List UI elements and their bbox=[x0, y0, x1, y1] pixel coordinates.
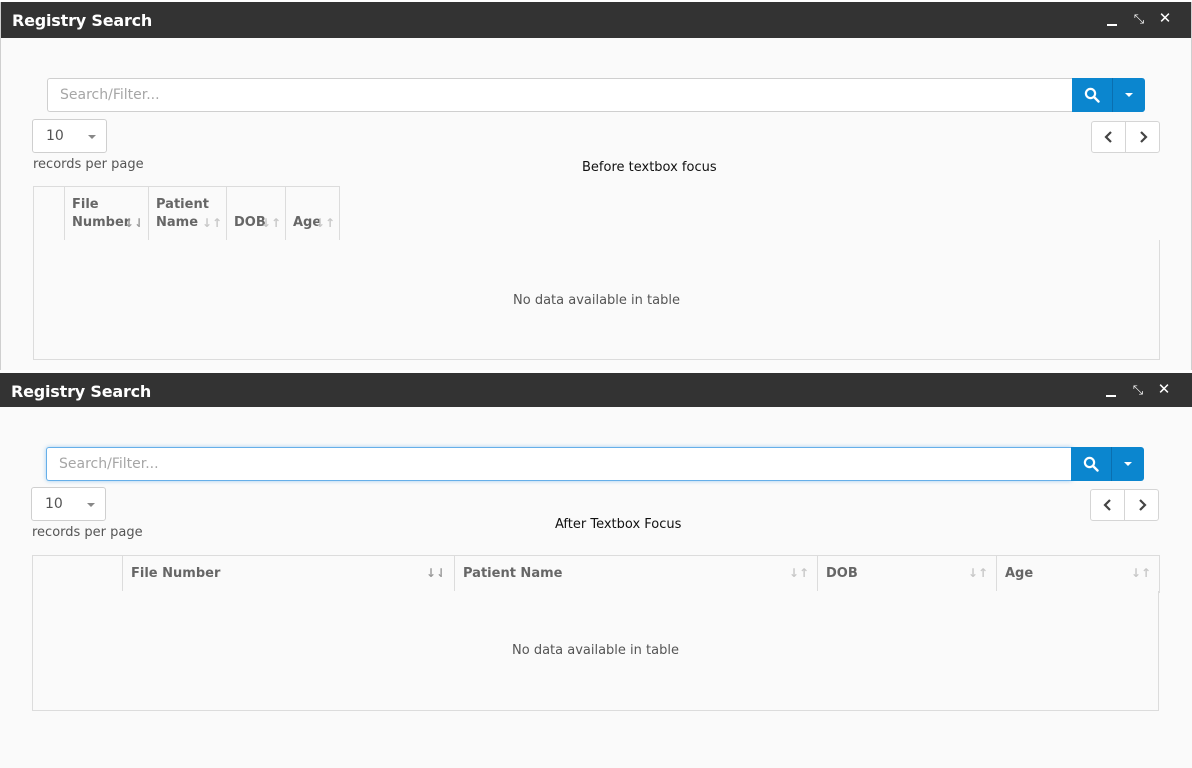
column-header-label: Patient Name bbox=[156, 196, 209, 230]
window-titlebar: Registry Search ⤡ ✕ bbox=[0, 373, 1192, 407]
column-header-file-number[interactable]: File Number ↓⇃ bbox=[64, 186, 149, 241]
search-icon bbox=[1083, 456, 1099, 472]
caption: Before textbox focus bbox=[582, 160, 717, 175]
sort-icon: ↓↑ bbox=[260, 216, 281, 230]
sort-icon: ↓↑ bbox=[314, 216, 335, 230]
chevron-right-icon bbox=[1140, 131, 1148, 143]
page-size-select[interactable]: 10 bbox=[31, 487, 106, 521]
column-header-label: Age bbox=[1005, 565, 1034, 581]
prev-page-button[interactable] bbox=[1091, 490, 1125, 520]
select-column-header[interactable] bbox=[33, 186, 65, 241]
search-options-button[interactable] bbox=[1112, 78, 1145, 112]
select-column-header[interactable] bbox=[32, 555, 123, 593]
sort-icon: ↓↑ bbox=[788, 566, 809, 580]
pagination bbox=[1091, 121, 1160, 153]
window-titlebar: Registry Search ⤡ ✕ bbox=[1, 2, 1191, 38]
records-per-page-label: records per page bbox=[32, 525, 143, 540]
column-header-label: File Number bbox=[131, 565, 221, 581]
search-group bbox=[46, 447, 1144, 481]
registry-search-window-before: Registry Search ⤡ ✕ 10 records per page … bbox=[0, 2, 1192, 370]
table-header-row: File Number ↓⇃ Patient Name ↓↑ DOB ↓↑ Ag… bbox=[33, 186, 340, 241]
column-header-label: File Number bbox=[72, 196, 131, 230]
search-options-button[interactable] bbox=[1111, 447, 1144, 481]
records-per-page-label: records per page bbox=[33, 157, 144, 172]
minimize-icon[interactable] bbox=[1102, 381, 1120, 399]
sort-numeric-icon: ↓⇃ bbox=[123, 216, 144, 230]
column-header-file-number[interactable]: File Number ↓⇃ bbox=[122, 555, 455, 593]
table-body: No data available in table bbox=[33, 240, 1160, 360]
close-icon[interactable]: ✕ bbox=[1155, 381, 1173, 399]
sort-numeric-icon: ↓⇃ bbox=[425, 566, 446, 580]
column-header-dob[interactable]: DOB ↓↑ bbox=[226, 186, 286, 241]
restore-icon[interactable]: ⤡ bbox=[1129, 381, 1147, 399]
search-group bbox=[47, 78, 1145, 112]
page-size-select[interactable]: 10 bbox=[32, 119, 107, 153]
window-title: Registry Search bbox=[11, 382, 152, 401]
column-header-label: Patient Name bbox=[463, 565, 563, 581]
empty-table-message: No data available in table bbox=[512, 643, 679, 658]
pagination bbox=[1090, 489, 1159, 521]
sort-icon: ↓↑ bbox=[201, 216, 222, 230]
minimize-icon[interactable] bbox=[1103, 10, 1121, 28]
column-header-patient-name[interactable]: Patient Name ↓↑ bbox=[148, 186, 227, 241]
caption: After Textbox Focus bbox=[555, 517, 682, 532]
next-page-button[interactable] bbox=[1126, 122, 1160, 152]
chevron-right-icon bbox=[1139, 499, 1147, 511]
column-header-label: DOB bbox=[826, 565, 858, 581]
sort-icon: ↓↑ bbox=[967, 566, 988, 580]
results-table: File Number ↓⇃ Patient Name ↓↑ DOB ↓↑ Ag… bbox=[33, 186, 340, 241]
registry-search-window-after: Registry Search ⤡ ✕ 10 records per page … bbox=[0, 373, 1192, 768]
search-button[interactable] bbox=[1072, 78, 1112, 112]
next-page-button[interactable] bbox=[1125, 490, 1159, 520]
page-size-value: 10 bbox=[46, 128, 64, 144]
sort-icon: ↓↑ bbox=[1130, 566, 1151, 580]
chevron-left-icon bbox=[1103, 131, 1112, 143]
table-body: No data available in table bbox=[32, 591, 1159, 711]
search-icon bbox=[1084, 87, 1100, 103]
prev-page-button[interactable] bbox=[1092, 122, 1126, 152]
caret-down-icon bbox=[1124, 462, 1132, 466]
caret-down-icon bbox=[1125, 93, 1133, 97]
search-button[interactable] bbox=[1071, 447, 1111, 481]
caret-down-icon bbox=[87, 503, 95, 507]
search-input[interactable] bbox=[47, 78, 1073, 112]
page-size-value: 10 bbox=[45, 496, 63, 512]
column-header-age[interactable]: Age ↓↑ bbox=[996, 555, 1160, 593]
window-title: Registry Search bbox=[12, 11, 153, 30]
table-header-row: File Number ↓⇃ Patient Name ↓↑ DOB ↓↑ Ag… bbox=[32, 555, 1160, 593]
column-header-dob[interactable]: DOB ↓↑ bbox=[817, 555, 997, 593]
search-input[interactable] bbox=[46, 447, 1072, 481]
empty-table-message: No data available in table bbox=[513, 293, 680, 308]
close-icon[interactable]: ✕ bbox=[1156, 10, 1174, 28]
chevron-left-icon bbox=[1102, 499, 1111, 511]
restore-icon[interactable]: ⤡ bbox=[1130, 10, 1148, 28]
column-header-age[interactable]: Age ↓↑ bbox=[285, 186, 340, 241]
caret-down-icon bbox=[88, 135, 96, 139]
results-table: File Number ↓⇃ Patient Name ↓↑ DOB ↓↑ Ag… bbox=[32, 555, 1160, 593]
column-header-patient-name[interactable]: Patient Name ↓↑ bbox=[454, 555, 818, 593]
